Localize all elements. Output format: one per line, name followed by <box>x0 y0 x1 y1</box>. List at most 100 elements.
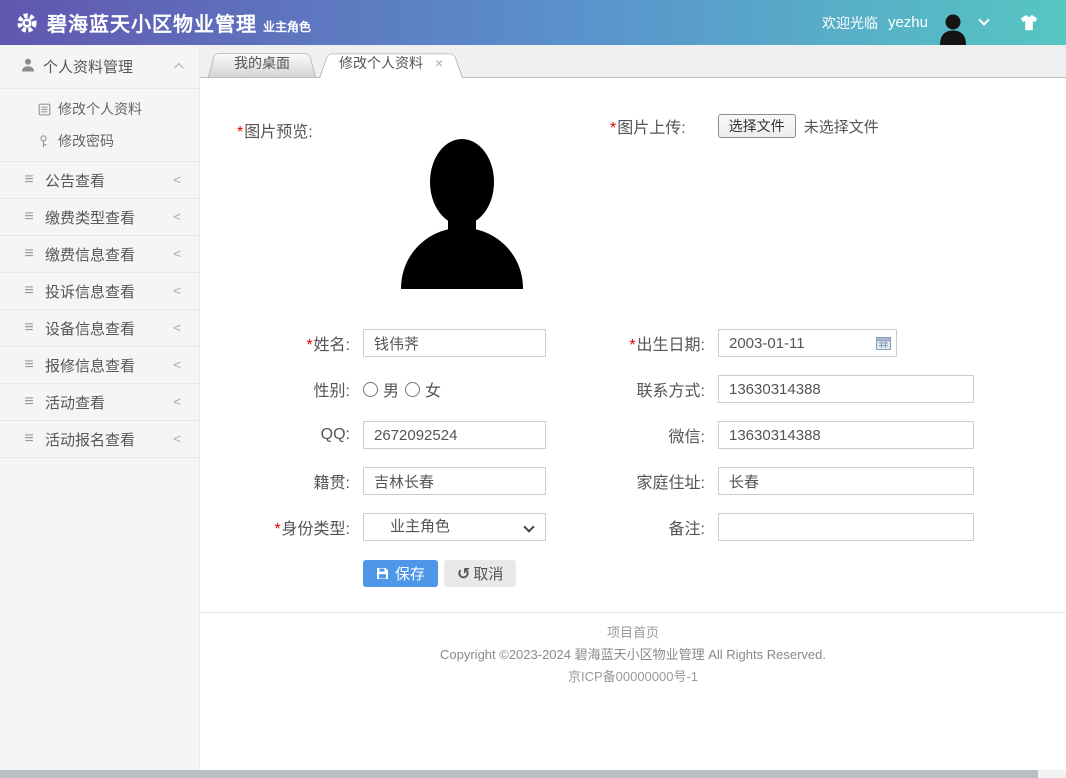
gender-female-radio[interactable] <box>405 381 421 397</box>
menu-icon: ≡ <box>24 282 34 299</box>
chevron-left-icon: < <box>173 283 181 299</box>
chevron-down-icon[interactable] <box>978 14 990 26</box>
sidebar-item-label: 个人资料管理 <box>43 59 134 76</box>
person-icon <box>20 58 36 76</box>
key-icon <box>38 134 53 148</box>
sidebar-item-profile-management[interactable]: 个人资料管理 <box>0 45 199 89</box>
cancel-button[interactable]: ↺ 取消 <box>444 560 517 587</box>
sidebar-item-notice-view[interactable]: ≡ 公告查看 < <box>0 162 199 199</box>
horizontal-scrollbar-thumb[interactable] <box>0 770 1038 778</box>
sidebar-item-activity-view[interactable]: ≡ 活动查看 < <box>0 384 199 421</box>
sidebar-item-complaint-info-view[interactable]: ≡ 投诉信息查看 < <box>0 273 199 310</box>
tab-label: 修改个人资料 <box>339 55 423 71</box>
chevron-down-icon <box>523 521 535 533</box>
gender-label: 性别: <box>313 383 350 400</box>
footer-home-link[interactable]: 项目首页 <box>200 622 1066 644</box>
sidebar-subitem-label: 修改密码 <box>58 133 114 149</box>
edit-profile-form: *图片预览: *图片上传: 选择文件 未选择文件 *姓名: *出生日期: <box>200 78 1066 613</box>
footer-copyright: Copyright ©2023-2024 碧海蓝天小区物业管理 All Righ… <box>440 647 826 662</box>
qq-input[interactable] <box>363 421 546 449</box>
profile-photo-preview <box>387 136 537 289</box>
required-mark: * <box>306 337 313 354</box>
name-input[interactable] <box>363 329 546 357</box>
chevron-left-icon: < <box>173 357 181 373</box>
theme-tshirt-icon[interactable] <box>1018 13 1040 33</box>
required-mark: * <box>237 124 244 141</box>
identity-type-select[interactable]: 业主角色 <box>363 513 546 541</box>
chevron-left-icon: < <box>173 431 181 447</box>
menu-icon: ≡ <box>24 430 34 447</box>
menu-icon: ≡ <box>24 245 34 262</box>
sidebar: 个人资料管理 修改个人资料 修改密码 ≡ 公告查看 < ≡ 缴费类型查看 < ≡… <box>0 45 200 770</box>
gender-male-label: 男 <box>383 383 400 400</box>
sidebar-item-payment-type-view[interactable]: ≡ 缴费类型查看 < <box>0 199 199 236</box>
tab-close-icon[interactable]: × <box>435 55 443 71</box>
chevron-left-icon: < <box>173 394 181 410</box>
welcome-text: 欢迎光临 <box>821 14 878 31</box>
tab-bar: 我的桌面 修改个人资料 × <box>200 45 1066 78</box>
birth-date-input[interactable] <box>718 329 897 357</box>
app-title: 碧海蓝天小区物业管理 <box>47 14 257 36</box>
choose-file-button[interactable]: 选择文件 <box>717 114 796 138</box>
save-button-label: 保存 <box>395 566 426 583</box>
profile-fields-grid: *姓名: *出生日期: <box>200 329 974 541</box>
sidebar-subitem-change-password[interactable]: 修改密码 <box>0 125 199 157</box>
tab-my-desktop[interactable]: 我的桌面 <box>208 50 316 77</box>
qq-label: QQ: <box>320 426 350 443</box>
menu-icon: ≡ <box>24 356 34 373</box>
role-badge: 业主角色 <box>263 20 312 34</box>
undo-icon: ↺ <box>457 565 471 583</box>
form-actions: 保存 ↺ 取消 <box>363 560 517 587</box>
image-upload-row: *图片上传: 选择文件 未选择文件 <box>610 114 879 138</box>
sidebar-item-activity-signup-view[interactable]: ≡ 活动报名查看 < <box>0 421 199 458</box>
tab-label: 我的桌面 <box>234 55 290 71</box>
required-mark: * <box>274 521 281 538</box>
menu-icon: ≡ <box>24 393 34 410</box>
contact-input[interactable] <box>718 375 974 403</box>
calendar-icon[interactable] <box>876 336 891 355</box>
sidebar-item-repair-info-view[interactable]: ≡ 报修信息查看 < <box>0 347 199 384</box>
menu-icon: ≡ <box>24 319 34 336</box>
user-avatar-icon[interactable] <box>938 12 968 45</box>
address-input[interactable] <box>718 467 974 495</box>
required-mark: * <box>629 337 636 354</box>
sidebar-item-label: 设备信息查看 <box>45 320 136 338</box>
address-label: 家庭住址: <box>636 475 705 492</box>
no-file-chosen-text: 未选择文件 <box>803 118 879 136</box>
save-button[interactable]: 保存 <box>363 560 439 587</box>
document-edit-icon <box>38 103 53 116</box>
main-area: *图片预览: *图片上传: 选择文件 未选择文件 *姓名: *出生日期: <box>200 78 1066 688</box>
chevron-left-icon: < <box>173 320 181 336</box>
chevron-left-icon: < <box>173 172 181 188</box>
gender-male-radio[interactable] <box>363 381 378 397</box>
menu-icon: ≡ <box>24 208 34 225</box>
tab-edit-profile[interactable]: 修改个人资料 × <box>319 50 463 78</box>
image-preview-label: *图片预览: <box>237 124 313 141</box>
app-header: 碧海蓝天小区物业管理 业主角色 欢迎光临 yezhu <box>0 0 1066 45</box>
required-mark: * <box>610 120 617 137</box>
identity-selected-value: 业主角色 <box>390 518 451 535</box>
remark-label: 备注: <box>668 521 705 538</box>
username: yezhu <box>887 14 928 31</box>
contact-label: 联系方式: <box>636 383 705 400</box>
image-upload-label: *图片上传: <box>610 120 686 137</box>
save-icon <box>376 567 389 580</box>
chevron-left-icon: < <box>173 209 181 225</box>
sidebar-item-label: 活动查看 <box>45 394 106 412</box>
brand: 碧海蓝天小区物业管理 业主角色 <box>16 8 311 37</box>
chevron-left-icon: < <box>173 246 181 262</box>
wechat-input[interactable] <box>718 421 974 449</box>
sidebar-item-label: 缴费类型查看 <box>45 209 136 227</box>
sidebar-subitem-label: 修改个人资料 <box>58 101 142 117</box>
gender-female-label: 女 <box>425 383 442 400</box>
sidebar-item-equipment-info-view[interactable]: ≡ 设备信息查看 < <box>0 310 199 347</box>
hometown-input[interactable] <box>363 467 546 495</box>
sidebar-subitem-edit-profile[interactable]: 修改个人资料 <box>0 93 199 125</box>
header-right: 欢迎光临 yezhu <box>822 0 1040 45</box>
sidebar-item-label: 活动报名查看 <box>45 431 136 449</box>
sidebar-item-payment-info-view[interactable]: ≡ 缴费信息查看 < <box>0 236 199 273</box>
gender-radio-group: 男 女 <box>363 377 546 401</box>
footer-icp: 京ICP备00000000号-1 <box>567 669 699 684</box>
remark-input[interactable] <box>718 513 974 541</box>
name-label: *姓名: <box>306 337 350 354</box>
